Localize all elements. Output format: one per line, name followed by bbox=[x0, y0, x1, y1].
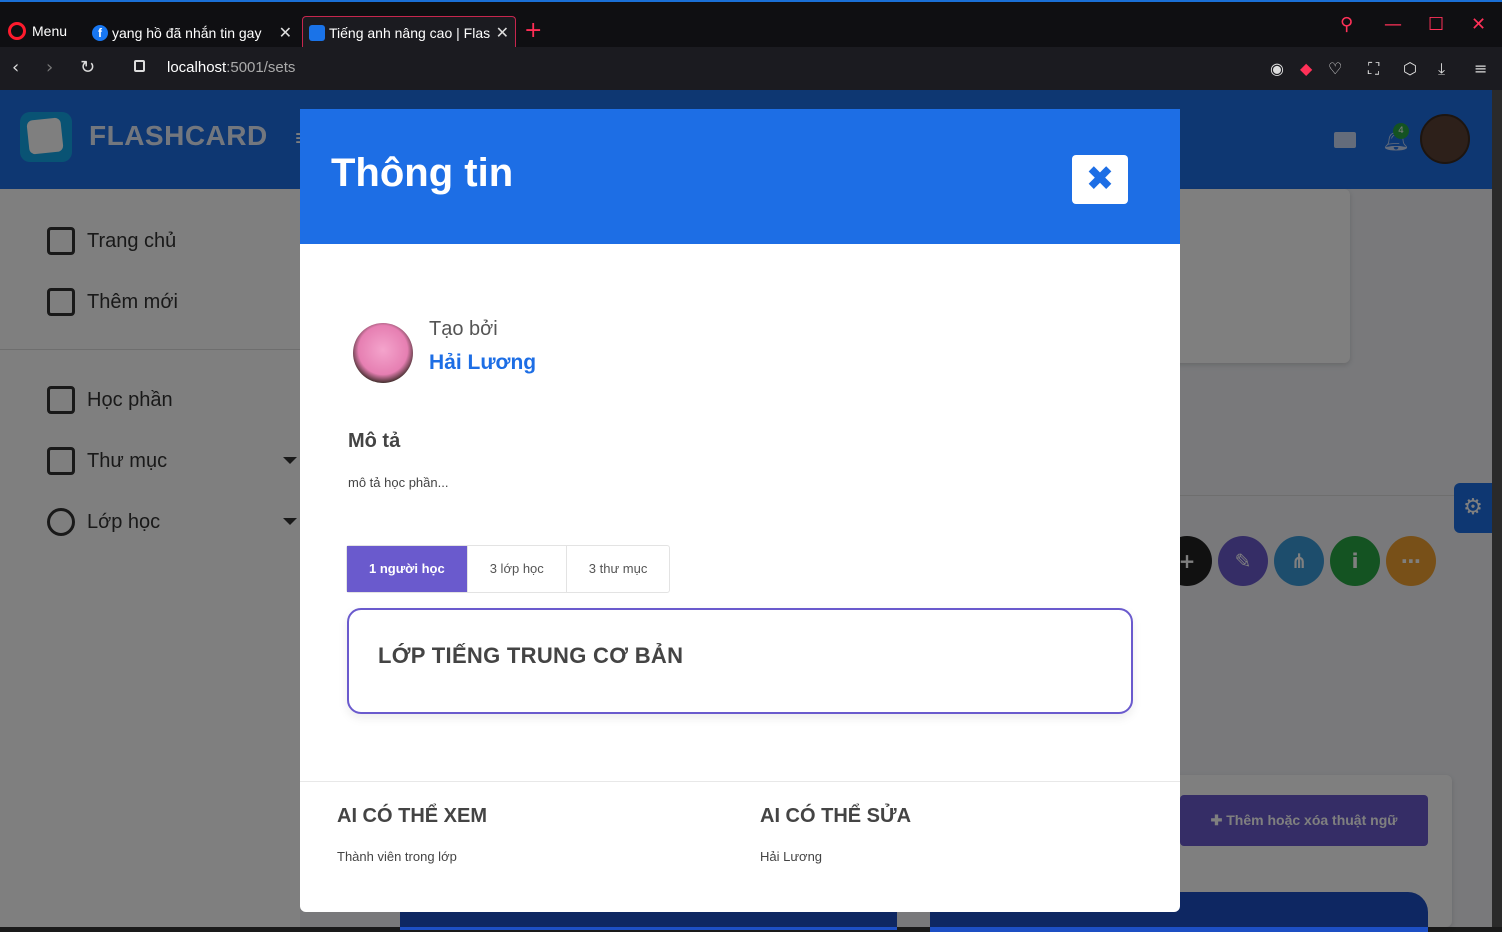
created-by-label: Tạo bởi bbox=[429, 318, 498, 340]
info-modal: Thông tin ✖ Tạo bởi Hải Lương Mô tả mô t… bbox=[300, 109, 1180, 912]
heart-icon[interactable]: ♡ bbox=[1328, 59, 1342, 78]
creator-name-link[interactable]: Hải Lương bbox=[429, 351, 536, 375]
tab-classes[interactable]: 3 lớp học bbox=[468, 546, 567, 592]
class-card[interactable]: LỚP TIẾNG TRUNG CƠ BẢN bbox=[347, 608, 1133, 714]
easy-setup-icon[interactable]: ≡ bbox=[1474, 59, 1487, 78]
url-field[interactable]: localhost:5001/sets bbox=[167, 59, 295, 76]
browser-menu-button[interactable]: Menu bbox=[8, 22, 67, 40]
opera-logo-icon bbox=[8, 22, 26, 40]
shield-icon[interactable]: ◆ bbox=[1300, 59, 1312, 78]
who-can-edit-label: AI CÓ THỂ SỬA bbox=[760, 805, 912, 827]
browser-tab-facebook[interactable]: f yang hồ đã nhắn tin gay ✕ bbox=[86, 16, 298, 49]
tab-folders[interactable]: 3 thư mục bbox=[567, 546, 670, 592]
close-tab-icon[interactable]: ✕ bbox=[279, 23, 292, 43]
back-icon[interactable]: ‹ bbox=[12, 57, 19, 78]
tab-learners[interactable]: 1 người học bbox=[347, 546, 468, 592]
tab-title: Tiếng anh nâng cao | Flas bbox=[329, 25, 490, 41]
who-can-edit-value: Hải Lương bbox=[760, 849, 823, 864]
close-icon: ✖ bbox=[1085, 159, 1115, 199]
address-bar: ‹ › ↻ localhost:5001/sets ◉ ◆ ♡ ⛶ ⬡ ⤓ ≡ bbox=[0, 47, 1502, 90]
modal-title: Thông tin bbox=[331, 151, 514, 195]
reload-icon[interactable]: ↻ bbox=[80, 57, 95, 78]
download-icon[interactable]: ⤓ bbox=[1438, 59, 1445, 79]
forward-icon[interactable]: › bbox=[46, 57, 53, 78]
modal-header: Thông tin ✖ bbox=[300, 109, 1180, 244]
who-can-view-value: Thành viên trong lớp bbox=[337, 849, 457, 864]
who-can-view-label: AI CÓ THỂ XEM bbox=[337, 805, 488, 827]
browser-tab-strip: Menu f yang hồ đã nhắn tin gay ✕ Tiếng a… bbox=[0, 0, 1502, 49]
browser-tab-flashcard[interactable]: Tiếng anh nâng cao | Flas ✕ bbox=[302, 16, 516, 49]
tab-title: yang hồ đã nhắn tin gay bbox=[112, 24, 262, 41]
snapshot-icon[interactable]: ⛶ bbox=[1368, 59, 1379, 79]
facebook-icon: f bbox=[92, 24, 108, 41]
close-window-icon[interactable]: ✕ bbox=[1471, 14, 1486, 35]
flashcard-icon bbox=[309, 25, 325, 41]
close-tab-icon[interactable]: ✕ bbox=[496, 23, 509, 43]
search-tabs-icon[interactable]: ⚲ bbox=[1340, 14, 1353, 35]
page-scrollbar[interactable] bbox=[1492, 90, 1502, 927]
minimize-icon[interactable]: — bbox=[1384, 14, 1402, 35]
close-button[interactable]: ✖ bbox=[1072, 155, 1128, 204]
browser-menu-label: Menu bbox=[32, 23, 68, 39]
description-label: Mô tả bbox=[348, 430, 401, 452]
maximize-icon[interactable]: ☐ bbox=[1428, 14, 1444, 35]
description-text: mô tả học phần... bbox=[348, 475, 449, 490]
camera-icon[interactable]: ◉ bbox=[1270, 59, 1284, 78]
modal-tabs: 1 người học 3 lớp học 3 thư mục bbox=[346, 545, 671, 593]
class-card-title: LỚP TIẾNG TRUNG CƠ BẢN bbox=[378, 643, 684, 668]
creator-avatar[interactable] bbox=[353, 323, 413, 383]
lock-icon bbox=[134, 60, 145, 72]
cube-icon[interactable]: ⬡ bbox=[1403, 59, 1417, 78]
new-tab-button[interactable]: + bbox=[524, 18, 542, 43]
url-path: :5001/sets bbox=[226, 59, 296, 76]
modal-footer-divider bbox=[300, 781, 1180, 782]
url-host: localhost bbox=[167, 59, 227, 76]
